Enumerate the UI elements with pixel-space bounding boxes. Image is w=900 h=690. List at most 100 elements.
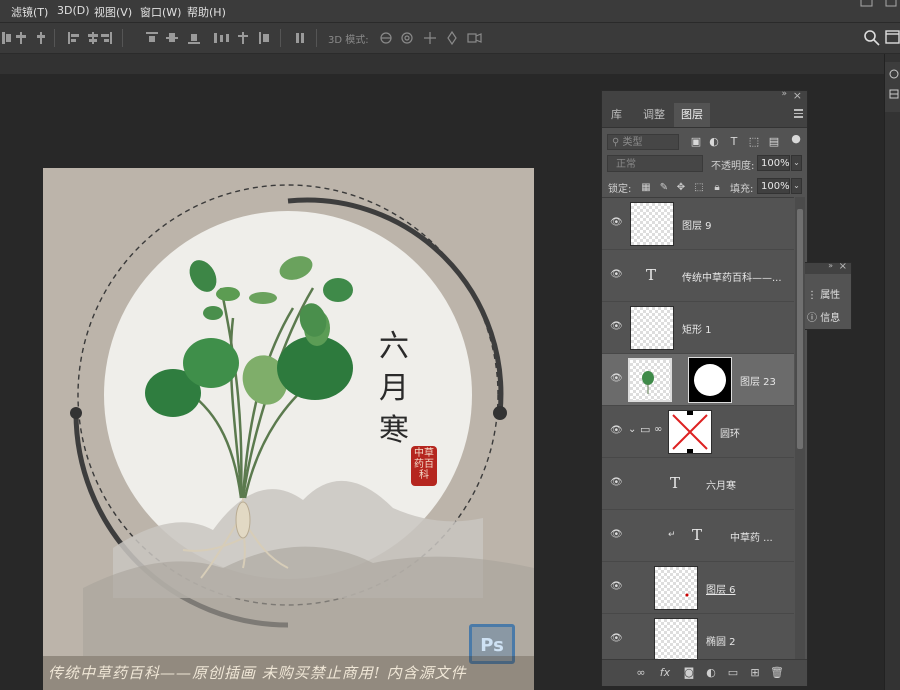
eye-icon[interactable]: 👁︎ xyxy=(610,530,623,540)
layer-row[interactable]: 👁︎ 矩形 1 xyxy=(602,302,794,354)
menu-view[interactable]: 视图(V) xyxy=(94,4,132,20)
search-icon[interactable] xyxy=(862,28,882,48)
sliders-icon: ⋮ xyxy=(807,290,821,301)
lock-all-icon[interactable]: 🔒︎ xyxy=(711,182,723,193)
layer-row[interactable]: 👁︎ ↵ T 中草药 ... xyxy=(602,510,794,562)
layer-row[interactable]: 👁︎ 图层 6 xyxy=(602,562,794,614)
lock-position-icon[interactable]: ✥ xyxy=(675,182,687,193)
lock-pixels-icon[interactable]: ✎ xyxy=(658,182,670,193)
trash-icon[interactable]: 🗑︎ xyxy=(770,666,784,680)
layer-mask-thumbnail[interactable] xyxy=(688,357,732,403)
fx-icon[interactable]: fx xyxy=(658,666,672,680)
close-icon[interactable]: × xyxy=(793,89,802,102)
tab-libraries[interactable]: 库 xyxy=(604,103,629,127)
separator xyxy=(122,29,123,47)
fill-input[interactable]: 100% xyxy=(757,178,790,194)
minimize-button[interactable] xyxy=(852,0,880,22)
info-item[interactable]: ⓘ 信息 xyxy=(807,309,840,324)
document-tab-strip xyxy=(0,54,884,74)
new-layer-icon[interactable]: ⊞ xyxy=(748,666,762,680)
text-layer-icon: T xyxy=(646,266,657,284)
layer-row[interactable]: 👁︎ 椭圆 2 xyxy=(602,614,794,660)
opacity-dropdown[interactable]: ⌄ xyxy=(791,155,802,171)
blend-mode-select[interactable]: 正常 xyxy=(607,155,703,172)
tab-layers[interactable]: 图层 xyxy=(674,103,710,127)
layer-name: 图层 9 xyxy=(682,221,712,232)
maximize-button[interactable] xyxy=(880,0,900,22)
eye-icon[interactable]: 👁︎ xyxy=(610,582,623,592)
info-icon: ⓘ xyxy=(807,313,821,324)
layer-thumbnail xyxy=(654,566,698,610)
panel-header[interactable]: » × xyxy=(602,89,807,103)
eye-icon[interactable]: 👁︎ xyxy=(610,634,623,644)
properties-item[interactable]: ⋮ 属性 xyxy=(807,286,840,301)
eye-icon[interactable]: 👁︎ xyxy=(610,322,623,332)
workspace-icon[interactable] xyxy=(884,29,900,47)
chevron-down-icon[interactable]: ⌄ xyxy=(628,424,636,435)
eye-icon[interactable]: 👁︎ xyxy=(610,426,623,436)
lock-transparency-icon[interactable]: ▦ xyxy=(640,182,652,193)
folder-icon[interactable]: ▭ xyxy=(726,666,740,680)
layer-name: 图层 23 xyxy=(740,377,776,388)
layer-name: 中草药 ... xyxy=(730,533,773,544)
layer-name: 椭圆 2 xyxy=(706,637,736,648)
artwork xyxy=(70,184,534,656)
link-icon[interactable]: ∞ xyxy=(634,666,648,680)
eye-icon[interactable]: 👁︎ xyxy=(610,478,623,488)
layer-filter-select[interactable]: ⚲ 类型 xyxy=(607,134,679,150)
shape-filter-icon[interactable]: ⬚ xyxy=(748,136,760,148)
menu-window[interactable]: 窗口(W) xyxy=(140,4,181,20)
3d-mode-label: 3D 模式: xyxy=(328,35,369,46)
lock-artboard-icon[interactable]: ⬚ xyxy=(693,182,705,193)
watermark-text: 传统中草药百科——原创插画 未购买禁止商用! 内含源文件 xyxy=(43,656,534,690)
layer-name: 图层 6 xyxy=(706,585,736,596)
text-layer-icon: T xyxy=(692,526,703,544)
collapse-icon[interactable]: » xyxy=(781,89,787,99)
menu-3d[interactable]: 3D(D) xyxy=(57,4,90,17)
info-label: 信息 xyxy=(820,313,841,324)
type-filter-icon[interactable]: T xyxy=(728,136,740,148)
adjustment-icon[interactable]: ◐ xyxy=(704,666,718,680)
panel-menu-icon[interactable] xyxy=(794,109,803,118)
layer-scrollbar-thumb[interactable] xyxy=(797,209,803,449)
close-icon[interactable]: × xyxy=(839,261,847,272)
layer-name: 传统中草药百科——... xyxy=(682,273,782,284)
opacity-label: 不透明度: xyxy=(711,161,755,172)
props-header[interactable]: » × xyxy=(805,261,851,274)
menu-help[interactable]: 帮助(H) xyxy=(187,4,226,20)
eye-icon[interactable]: 👁︎ xyxy=(610,374,623,384)
group-mask-thumbnail[interactable] xyxy=(668,410,712,454)
separator xyxy=(280,29,281,47)
collapse-icon[interactable]: » xyxy=(828,261,833,270)
text-layer-icon: T xyxy=(670,474,681,492)
3d-mode-icons[interactable] xyxy=(376,23,496,53)
eye-icon[interactable]: 👁︎ xyxy=(610,218,623,228)
layer-name: 矩形 1 xyxy=(682,325,712,336)
adjustment-filter-icon[interactable]: ◐ xyxy=(708,136,720,148)
layer-group-row[interactable]: 👁︎ ⌄ ▭ ∞ 圆环 xyxy=(602,406,794,458)
opacity-input[interactable]: 100% xyxy=(757,155,790,171)
layer-name: 六月寒 xyxy=(706,481,736,492)
lock-label: 锁定: xyxy=(608,184,632,195)
layer-row[interactable]: 👁︎ 图层 9 xyxy=(602,198,794,250)
separator xyxy=(54,29,55,47)
layer-row[interactable]: 👁︎ T 六月寒 xyxy=(602,458,794,510)
fill-dropdown[interactable]: ⌄ xyxy=(791,178,802,194)
layer-row-selected[interactable]: 👁︎ 图层 23 xyxy=(602,354,794,406)
eye-icon[interactable]: 👁︎ xyxy=(610,270,623,280)
document-canvas[interactable]: 六 月 寒 中草药百科 Ps 传统中草药百科——原创插画 未购买禁止商用! 内含… xyxy=(43,168,534,690)
vertical-title: 六 月 寒 xyxy=(379,326,409,452)
ring-dot-right xyxy=(493,406,507,420)
menu-filter[interactable]: 滤镜(T) xyxy=(11,4,48,20)
ring-dot-left xyxy=(70,407,82,419)
properties-panel: » × ⋮ 属性 ⓘ 信息 xyxy=(805,261,852,330)
properties-label: 属性 xyxy=(820,290,841,301)
tab-adjustments[interactable]: 调整 xyxy=(636,103,672,127)
red-seal: 中草药百科 xyxy=(411,446,437,486)
layer-row[interactable]: 👁︎ T 传统中草药百科——... xyxy=(602,250,794,302)
smart-object-filter-icon[interactable]: ▤ xyxy=(768,136,780,148)
mask-icon[interactable]: ◙ xyxy=(682,666,696,680)
pixel-filter-icon[interactable]: ▣ xyxy=(690,136,702,148)
filter-toggle-icon[interactable]: ● xyxy=(790,133,802,145)
title-char: 月 xyxy=(379,371,409,406)
